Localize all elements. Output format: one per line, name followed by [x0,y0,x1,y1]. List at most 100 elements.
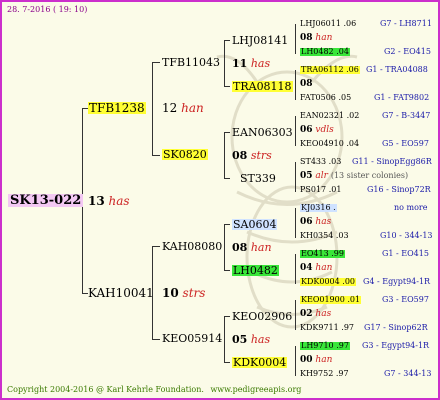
gen4-5-bottom[interactable]: KH0354 .03 [300,232,349,240]
gen3-4-name[interactable]: ST339 [240,173,276,184]
gen4-3-bottom[interactable]: KEO04910 .04 [300,140,359,148]
connector [224,40,225,86]
gen4-race: han [315,355,333,365]
connector [224,316,230,317]
footer: Copyright 2004-2016 @ Karl Kehrle Founda… [7,386,301,394]
gen4-top-name: LH9710 [301,341,334,350]
gen4-top-year: .03 [328,157,342,166]
gen2-1-name[interactable]: TFB11043 [162,57,220,68]
gen4-bottom-name: KDK0004 [301,277,340,286]
gen3-side-num: 05 [232,333,248,346]
connector [224,362,230,363]
gen4-2-top-ref: G1 - TRA04088 [366,65,428,74]
gen4-7-top[interactable]: KEO01900 .01 [300,295,362,304]
gen3-1-name[interactable]: LHJ08141 [232,35,288,46]
gen4-bottom-name: KDK9711 [300,323,339,332]
gen3-5-name[interactable]: SA0604 [232,219,278,230]
connector [295,346,296,376]
gen2-3-name[interactable]: KAH08080 [162,241,222,252]
gen4-top-year: .99 [331,249,344,258]
gen4-race: has [315,309,332,319]
gen3-6-name[interactable]: LH0482 [232,265,279,276]
gen4-4-bottom[interactable]: PS017 .01 [300,186,341,194]
gen1-top-num: 13 [88,194,105,208]
gen4-top-name: EAN02321 [300,111,345,120]
gen4-top-year: . [333,203,336,212]
gen4-1-bottom[interactable]: LH0482 .04 [300,48,350,56]
gen4-bottom-name: FAT0506 [300,93,336,102]
gen3-3-name[interactable]: EAN06303 [232,127,293,138]
connector [224,270,230,271]
subject-name[interactable]: SK13-022 [8,194,84,207]
gen3-7-name[interactable]: KEO02906 [232,311,292,322]
gen4-7-bottom[interactable]: KDK9711 .97 [300,324,354,332]
connector [224,40,230,41]
connector [295,254,296,284]
gen4-6-bottom-ref: G4 - Egypt94-1R [363,277,431,286]
gen4-4-mid: 05 alr (13 sister colonies) [300,172,408,181]
gen4-2-bottom[interactable]: FAT0506 .05 [300,94,351,102]
gen1-bottom-name[interactable]: KAH10041 [88,287,154,299]
gen4-5-mid: 06 has [300,218,331,227]
gen3-8-name[interactable]: KDK0004 [232,357,288,368]
gen1-top-name[interactable]: TFB1238 [88,102,146,114]
gen3-side-num: 08 [232,149,248,162]
connector [152,155,160,156]
gen2-4-name[interactable]: KEO05914 [162,333,222,344]
gen4-top-name: KJ0316 [301,203,331,212]
gen4-bottom-name: KEO04910 [300,139,344,148]
gen4-bottom-year: .97 [341,323,355,332]
gen4-2-bottom-ref: G1 - FAT9802 [374,93,430,102]
gen3-side-race: strs [250,149,272,162]
gen3-3-side: 08 strs [232,150,272,161]
gen4-2-mid: 08 [300,80,313,89]
gen4-7-mid: 02 has [300,310,331,319]
footer-site-link[interactable]: www.pedigreeapis.org [210,385,301,394]
gen3-2-name[interactable]: TRA08118 [232,81,293,92]
gen2-2-race: han [181,101,204,115]
connector [224,132,225,178]
gen4-bottom-name: PS017 [300,185,327,194]
gen4-race: alr [315,171,328,181]
gen4-num: 04 [300,263,313,273]
gen4-8-top[interactable]: LH9710 .97 [300,342,350,350]
connector [295,24,296,54]
gen2-4-race: strs [182,286,206,300]
gen4-6-top-ref: G1 - EO415 [382,249,429,258]
gen4-bottom-year: .05 [338,93,352,102]
gen4-top-name: KEO01900 [301,295,345,304]
gen4-1-top[interactable]: LHJ06011 .06 [300,20,356,28]
gen4-num: 08 [300,79,313,89]
connector [224,132,230,133]
gen4-6-top[interactable]: EO413 .99 [300,250,345,258]
gen4-6-bottom[interactable]: KDK0004 .00 [300,277,357,286]
connector [224,316,225,362]
connector [224,178,230,179]
connector [152,246,160,247]
gen2-2-name[interactable]: SK0820 [162,149,208,160]
gen4-3-top[interactable]: EAN02321 .02 [300,112,359,120]
gen4-8-bottom-ref: G7 - 344-13 [384,369,432,378]
gen1-top-race: has [108,194,130,208]
gen4-bottom-name: LH0482 [301,47,334,56]
gen4-5-bottom-ref: G10 - 344-13 [380,231,433,240]
gen4-8-top-ref: G3 - Egypt94-1R [362,341,430,350]
connector [152,339,160,340]
gen4-top-name: EO413 [301,249,329,258]
gen3-side-race: has [250,333,271,346]
gen4-5-top[interactable]: KJ0316 . [300,204,337,212]
gen4-2-top[interactable]: TRA06112 .06 [300,66,360,74]
connector [224,224,225,270]
gen4-top-name: TRA06112 [301,65,344,74]
pedigree-chart: 28. 7-2016 ( 19: 10) SK13-022 TFB1238 13… [0,0,440,400]
gen4-top-year: .97 [336,341,349,350]
connector [224,86,230,87]
gen4-4-top-ref: G11 - SinopEgg86R [352,157,432,166]
gen4-num: 08 [300,33,313,43]
gen4-4-top[interactable]: ST433 .03 [300,158,341,166]
gen4-bottom-year: .00 [342,277,356,286]
gen4-7-bottom-ref: G17 - Sinop62R [364,323,428,332]
gen4-8-bottom[interactable]: KH9752 .97 [300,370,349,378]
gen3-1-side: 11 has [232,58,270,69]
gen4-3-top-ref: G7 - B-3447 [382,111,431,120]
